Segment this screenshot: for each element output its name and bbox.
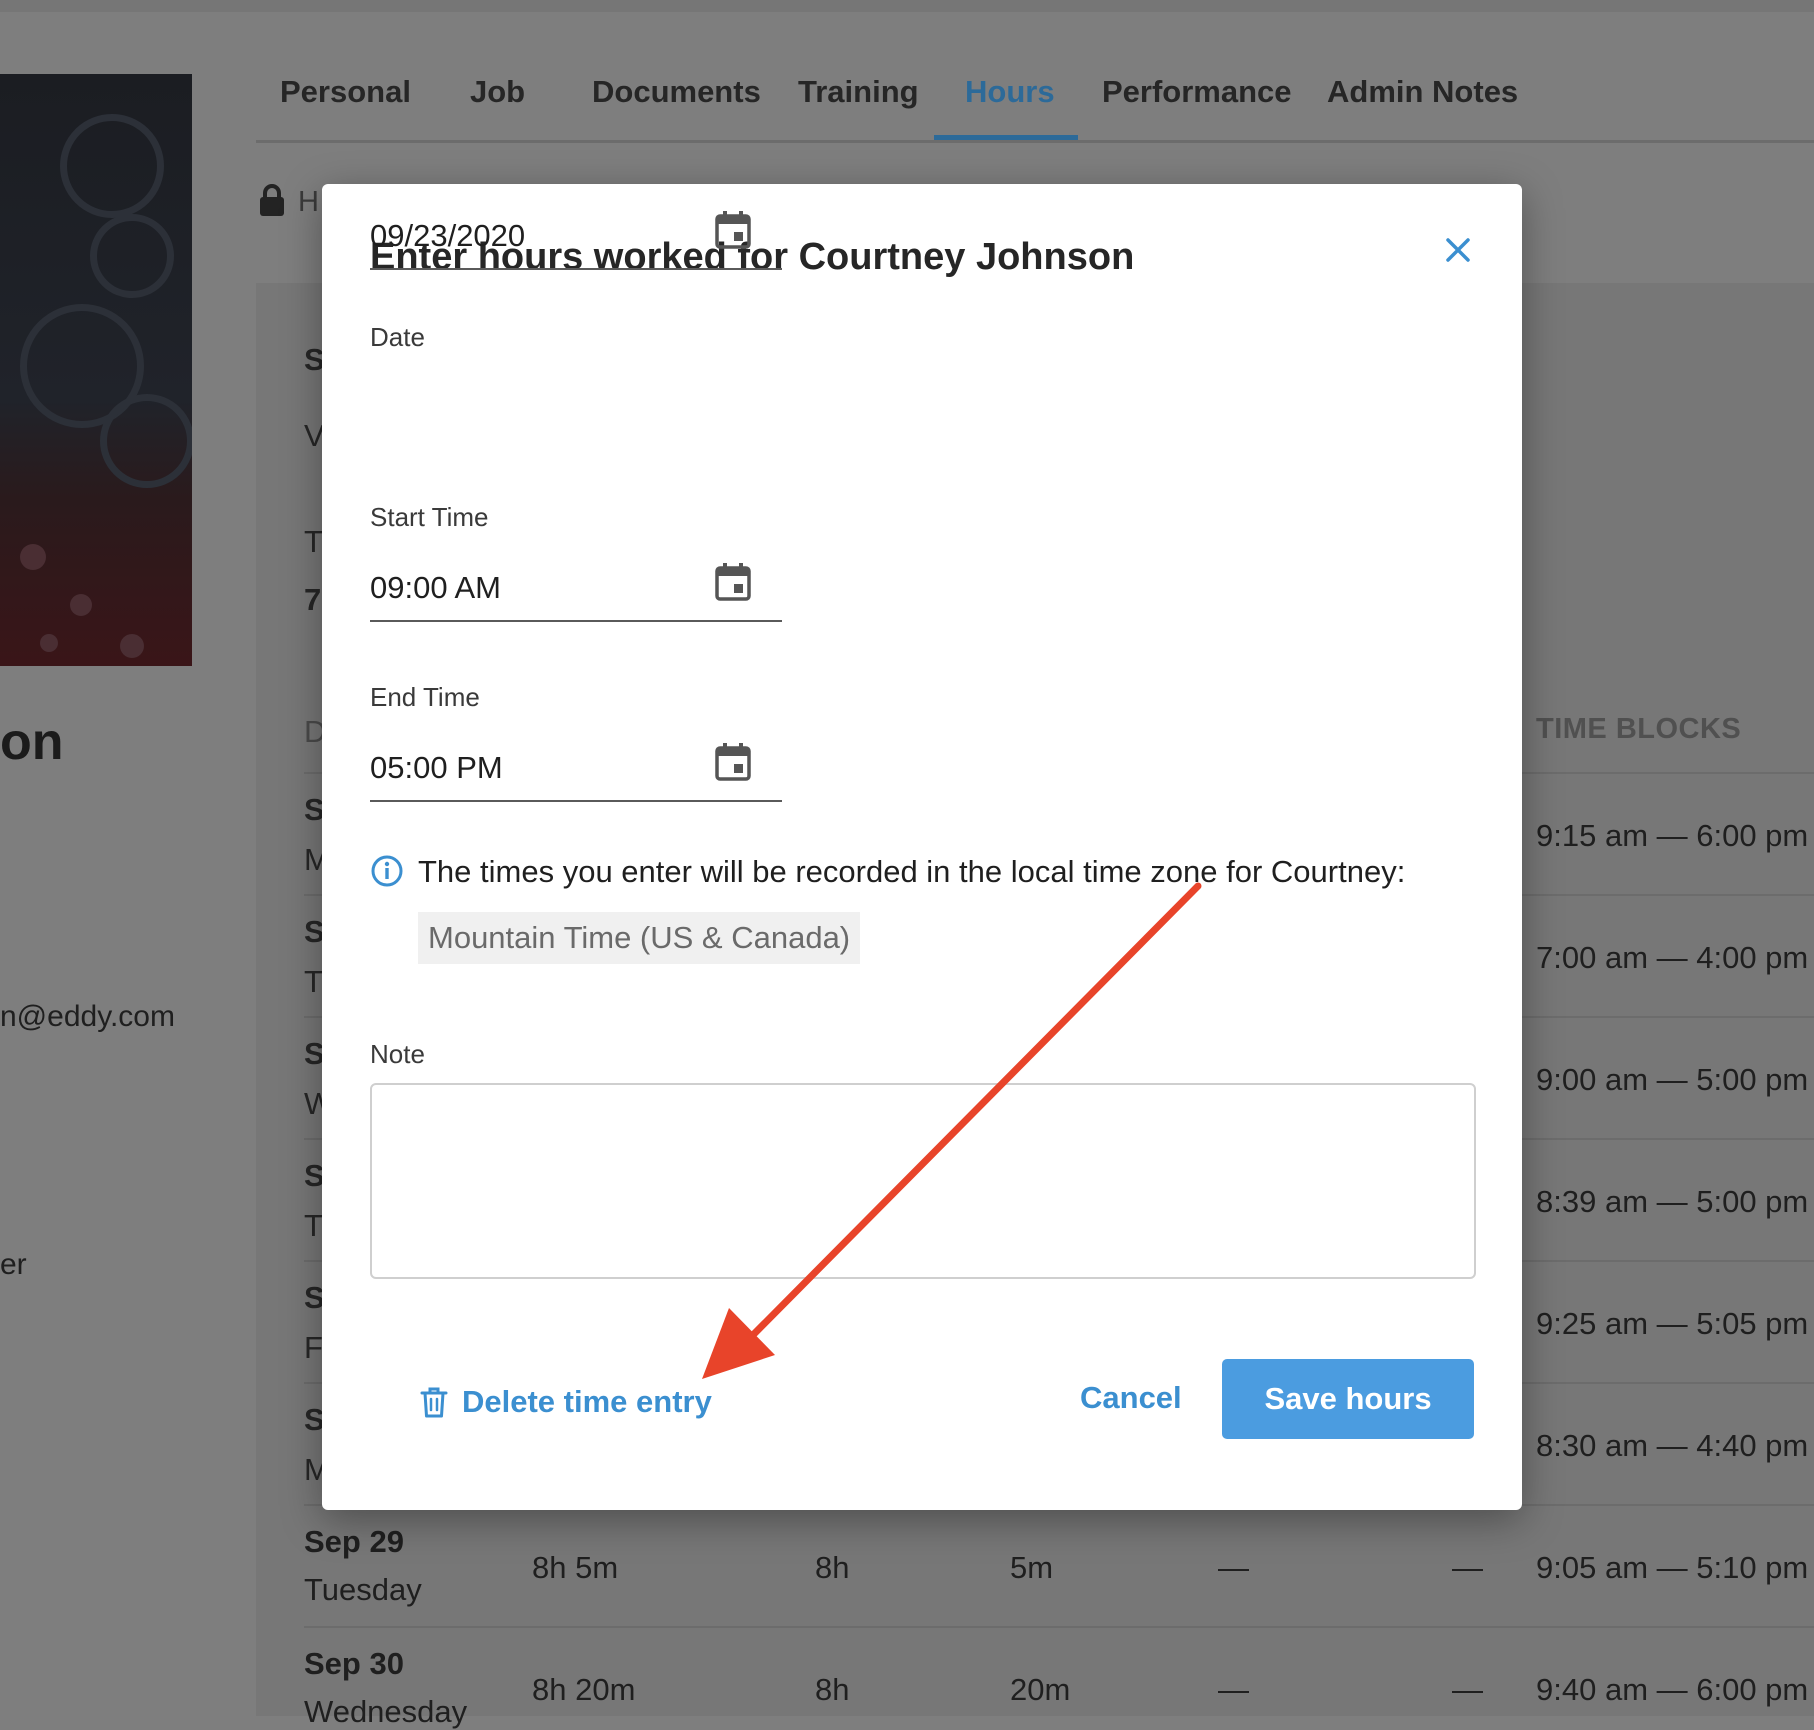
photo-decoration [20,544,46,570]
table-row-weekday: Tuesday [304,1572,422,1607]
table-row-weekday: T [304,1208,323,1243]
total-label: T [304,524,323,559]
photo-decoration [120,634,144,658]
employee-email: n@eddy.com [0,1000,175,1033]
date-label: Date [370,322,425,352]
profile-tabs: Personal Job Documents Training Hours Pe… [256,70,1814,143]
table-row-total: 8h 20m [532,1672,636,1707]
time-blocks-header: TIME BLOCKS [1536,713,1742,745]
tab-hours[interactable]: Hours [965,74,1055,110]
delete-time-entry-button[interactable]: Delete time entry [420,1380,712,1424]
table-row-time-block: 8:30 am — 4:40 pm [1536,1428,1809,1463]
trash-icon [420,1387,448,1418]
photo-decoration [100,394,192,488]
timezone-badge: Mountain Time (US & Canada) [418,912,861,964]
table-row-empty: — [1218,1550,1249,1585]
calendar-icon[interactable] [714,210,752,250]
start-time-field[interactable]: 09:00 AM [370,562,782,622]
employee-role: er [0,1248,27,1281]
photo-decoration [40,634,58,652]
tab-personal[interactable]: Personal [280,74,411,110]
table-row-date: Sep 30 [304,1646,404,1681]
note-textarea[interactable] [370,1083,1476,1279]
table-row-time-block: 8:39 am — 5:00 pm [1536,1184,1809,1219]
calendar-icon[interactable] [714,742,752,782]
table-row-date: Sep 29 [304,1524,404,1559]
save-hours-button[interactable]: Save hours [1222,1359,1474,1439]
tab-training[interactable]: Training [798,74,919,110]
table-row-empty: — [1218,1672,1249,1707]
end-time-label: End Time [370,682,480,712]
photo-decoration [70,594,92,616]
end-time-value: 05:00 PM [370,750,503,785]
employee-name: on [0,713,64,771]
table-row-overtime: 5m [1010,1550,1054,1585]
start-time-value: 09:00 AM [370,570,501,605]
tab-documents[interactable]: Documents [592,74,761,110]
table-row-time-block: 9:25 am — 5:05 pm [1536,1306,1809,1341]
table-row-empty: — [1452,1550,1483,1585]
date-field[interactable]: 09/23/2020 [370,210,782,270]
table-row-time-block: 7:00 am — 4:00 pm [1536,940,1809,975]
table-row-overtime: 20m [1010,1672,1071,1707]
total-value: 7 [304,582,322,617]
end-time-field[interactable]: 05:00 PM [370,742,782,802]
photo-decoration [60,114,164,218]
hours-section-label: H [298,186,319,218]
cancel-button[interactable]: Cancel [1080,1380,1182,1416]
date-value: 09/23/2020 [370,218,526,253]
active-tab-indicator [934,135,1078,140]
table-row-regular: 8h [815,1550,850,1585]
table-row-total: 8h 5m [532,1550,619,1585]
table-row-empty: — [1452,1672,1483,1707]
table-row-time-block: 9:00 am — 5:00 pm [1536,1062,1809,1097]
tab-performance[interactable]: Performance [1102,74,1292,110]
start-time-label: Start Time [370,502,489,532]
table-row-weekday: Wednesday [304,1694,468,1729]
enter-hours-modal: Enter hours worked for Courtney Johnson … [322,184,1522,1510]
table-row-time-block: 9:40 am — 6:00 pm [1536,1672,1809,1707]
row-divider [304,1626,1814,1628]
profile-photo [0,74,192,666]
timezone-info-text: The times you enter will be recorded in … [418,854,1406,889]
close-icon[interactable] [1438,230,1478,270]
table-row-time-block: 9:05 am — 5:10 pm [1536,1550,1809,1585]
lock-icon [260,184,284,216]
photo-decoration [90,214,174,298]
table-row-time-block: 9:15 am — 6:00 pm [1536,818,1809,853]
delete-time-entry-label: Delete time entry [462,1384,712,1419]
top-strip [0,0,1814,12]
tab-admin-notes[interactable]: Admin Notes [1327,74,1518,110]
table-row-weekday: F [304,1330,323,1365]
note-label: Note [370,1039,425,1069]
table-row-regular: 8h [815,1672,850,1707]
calendar-icon[interactable] [714,562,752,602]
table-row-weekday: T [304,964,323,999]
info-icon [371,855,403,887]
tab-job[interactable]: Job [470,74,525,110]
